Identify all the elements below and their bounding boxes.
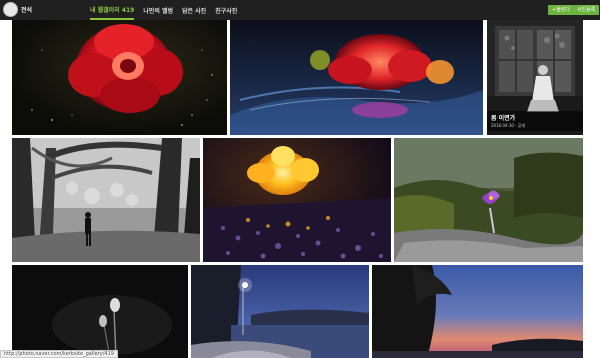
tab-my-album[interactable]: 나만의 앨범: [143, 1, 173, 19]
photo-coastal-road-dusk-image: [191, 265, 369, 358]
tab-saved-photos[interactable]: 담은 사진: [182, 1, 206, 19]
photo-red-camellia[interactable]: [12, 20, 227, 135]
photo-bw-flower-buds[interactable]: [12, 265, 188, 358]
photo-caption: 봄 이면가 2016·04·30 · 공개: [487, 111, 583, 131]
photo-red-camellia-image: [12, 20, 227, 135]
photo-bw-trees-figure-image: [12, 138, 200, 262]
caption-meta: 2016·04·30 · 공개: [491, 123, 526, 128]
avatar[interactable]: [3, 2, 18, 17]
photo-hanbok-woman[interactable]: 봄 이면가 2016·04·30 · 공개: [487, 20, 583, 135]
photo-yellow-flower-droplets-image: [203, 138, 391, 262]
top-bar: 전석 내 웹갤러리 419 나만의 앨범 담은 사진 친구사진 +올린다 사진등…: [0, 0, 600, 20]
nav-tabs: 내 웹갤러리 419 나만의 앨범 담은 사진 친구사진: [90, 0, 237, 20]
upload-button[interactable]: +올린다: [548, 5, 574, 15]
photo-pine-sunset-sea[interactable]: [372, 265, 583, 358]
photo-glowing-flower-blue[interactable]: [230, 20, 483, 135]
username[interactable]: 전석: [21, 5, 32, 14]
photo-bw-flower-buds-image: [12, 265, 188, 358]
photo-glowing-flower-blue-image: [230, 20, 483, 135]
photo-yellow-flower-droplets[interactable]: [203, 138, 391, 262]
photo-pine-sunset-sea-image: [372, 265, 583, 358]
tab-friend-photos[interactable]: 친구사진: [215, 1, 237, 19]
tab-my-gallery[interactable]: 내 웹갤러리 419: [90, 0, 135, 20]
photo-coastal-road-dusk[interactable]: [191, 265, 369, 358]
register-photo-button[interactable]: 사진등록: [573, 5, 600, 15]
photo-pasque-flower-moss-image: [394, 138, 583, 262]
photo-bw-trees-figure[interactable]: [12, 138, 200, 262]
browser-status-bar: http://photo.naver.com/kerbsite_gallery/…: [0, 350, 118, 358]
photo-pasque-flower-moss[interactable]: [394, 138, 583, 262]
caption-title[interactable]: 봄 이면가: [491, 113, 579, 122]
